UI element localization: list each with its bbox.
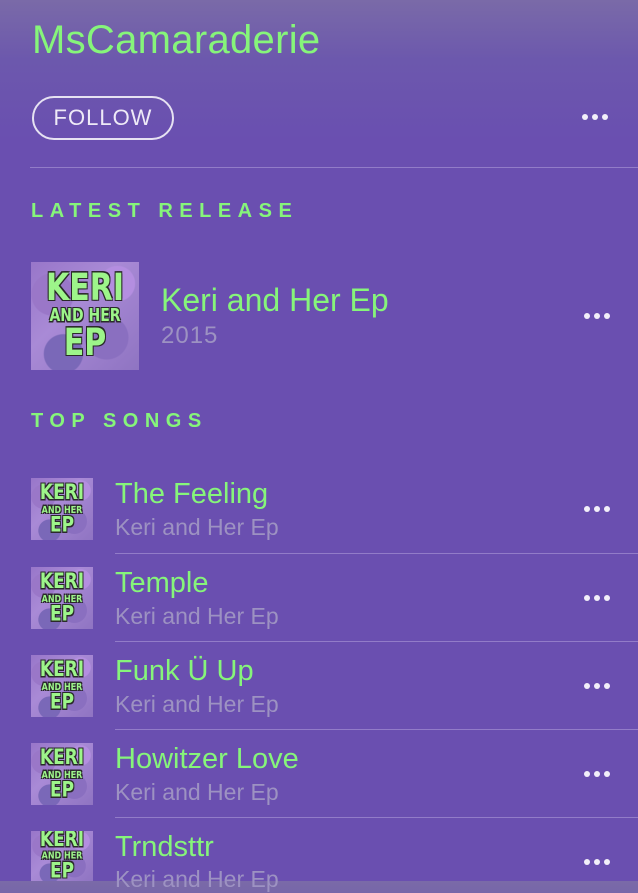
song-title: The Feeling — [115, 478, 269, 510]
latest-release-more-icon[interactable] — [584, 313, 610, 319]
song-artwork: KERI AND HER EP — [31, 655, 93, 717]
song-artwork: KERI AND HER EP — [31, 831, 93, 881]
song-more-icon[interactable] — [584, 859, 610, 865]
song-title: Howitzer Love — [115, 743, 299, 775]
song-artwork: KERI AND HER EP — [31, 743, 93, 805]
song-more-icon[interactable] — [584, 506, 610, 512]
top-songs-heading: TOP SONGS — [31, 410, 208, 432]
artwork-text-1: KERI — [45, 265, 124, 310]
artist-name: MsCamaraderie — [32, 18, 321, 62]
song-artwork: KERI AND HER EP — [31, 478, 93, 540]
artwork-text-1: KERI — [39, 831, 85, 853]
latest-release-title[interactable]: Keri and Her Ep — [161, 282, 389, 319]
artwork-text-3: EP — [49, 512, 75, 538]
song-album: Keri and Her Ep — [115, 691, 279, 717]
artwork-text-1: KERI — [39, 569, 85, 595]
song-more-icon[interactable] — [584, 595, 610, 601]
song-album: Keri and Her Ep — [115, 603, 279, 629]
song-album: Keri and Her Ep — [115, 866, 279, 892]
row-divider — [115, 553, 638, 554]
song-more-icon[interactable] — [584, 771, 610, 777]
row-divider — [115, 641, 638, 642]
artwork-text-3: EP — [49, 601, 75, 627]
artwork-text-3: EP — [49, 858, 75, 881]
row-divider — [115, 817, 638, 818]
artwork-text-3: EP — [49, 689, 75, 715]
song-more-icon[interactable] — [584, 683, 610, 689]
song-title: Temple — [115, 567, 209, 599]
latest-release-artwork[interactable]: KERI AND HER EP — [31, 262, 139, 370]
row-divider — [115, 729, 638, 730]
song-title: Funk Ü Up — [115, 655, 254, 687]
follow-button[interactable]: FOLLOW — [32, 96, 174, 140]
artwork-text-1: KERI — [39, 480, 85, 506]
song-album: Keri and Her Ep — [115, 514, 279, 540]
artist-more-icon[interactable] — [582, 114, 608, 120]
artwork-text-3: EP — [49, 777, 75, 803]
artwork-text-3: EP — [63, 321, 107, 365]
song-title: Trndsttr — [115, 831, 214, 863]
latest-release-heading: LATEST RELEASE — [31, 200, 299, 222]
artwork-text-1: KERI — [39, 745, 85, 771]
song-artwork: KERI AND HER EP — [31, 567, 93, 629]
song-album: Keri and Her Ep — [115, 779, 279, 805]
divider — [30, 167, 638, 168]
artwork-text-1: KERI — [39, 657, 85, 683]
latest-release-year: 2015 — [161, 322, 219, 349]
